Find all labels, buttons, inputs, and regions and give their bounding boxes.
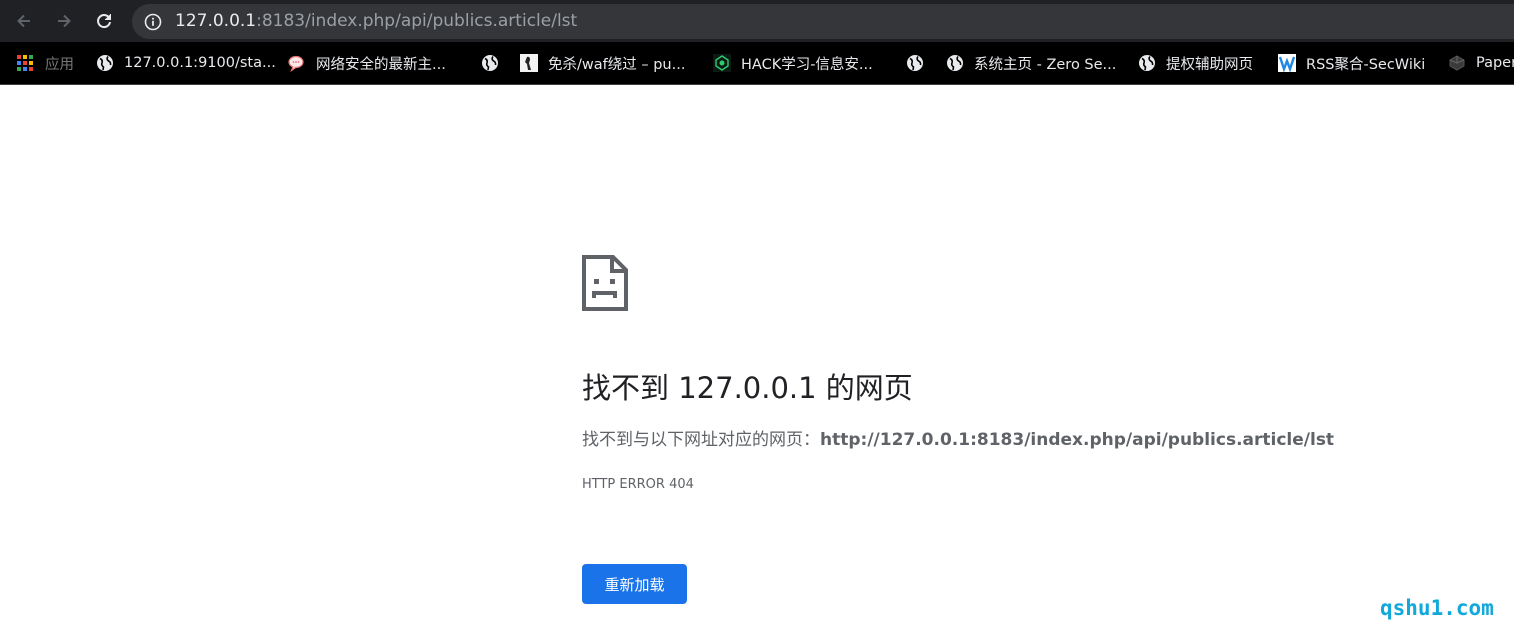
bookmark-item[interactable] (906, 53, 924, 73)
bookmark-item[interactable]: Paper (1448, 53, 1514, 73)
bookmark-label: RSS聚合-SecWiki (1306, 56, 1426, 73)
site-favicon-icon (520, 54, 538, 72)
bookmark-label: 提权辅助网页 (1166, 56, 1253, 73)
bookmark-item[interactable]: RSS聚合-SecWiki (1278, 53, 1425, 73)
chat-bubble-icon (288, 55, 304, 72)
paper-favicon-icon (1449, 55, 1465, 71)
info-icon[interactable] (144, 13, 162, 31)
arrow-left-icon (17, 14, 30, 28)
globe-icon (947, 55, 963, 71)
address-bar[interactable]: 127.0.0.1:8183/index.php/api/publics.art… (132, 4, 1514, 39)
bookmark-item[interactable]: 免杀/waf绕过 – pu... (520, 53, 685, 73)
url-text[interactable]: 127.0.0.1:8183/index.php/api/publics.art… (175, 11, 577, 32)
back-button[interactable] (10, 7, 38, 35)
page-title: 找不到 127.0.0.1 的网页 (582, 371, 913, 405)
bookmark-item[interactable]: 127.0.0.1:9100/sta... (96, 53, 276, 73)
bookmark-item[interactable]: 系统主页 - Zero Se... (946, 53, 1116, 73)
watermark-text: qshu1.com (1380, 596, 1494, 620)
url-path: :8183/index.php/api/publics.article/lst (256, 11, 578, 31)
bookmark-item[interactable]: 网络安全的最新主... (288, 53, 446, 73)
globe-icon (1139, 55, 1155, 71)
reload-button[interactable]: 重新加载 (582, 564, 687, 604)
bookmark-label: 系统主页 - Zero Se... (974, 56, 1117, 73)
arrow-right-icon (58, 14, 71, 28)
error-description-prefix: 找不到与以下网址对应的网页： (582, 430, 820, 450)
apps-grid-icon (17, 55, 33, 71)
bookmark-label: 免杀/waf绕过 – pu... (548, 56, 686, 73)
url-host: 127.0.0.1 (175, 11, 257, 31)
error-code: HTTP ERROR 404 (582, 477, 694, 492)
globe-icon (482, 55, 498, 71)
bookmark-label: 网络安全的最新主... (316, 56, 446, 73)
forward-button[interactable] (50, 7, 78, 35)
reload-toolbar-button[interactable] (90, 7, 118, 35)
bookmark-item[interactable] (481, 53, 499, 73)
bookmark-label: 应用 (45, 56, 74, 73)
browser-toolbar: 127.0.0.1:8183/index.php/api/publics.art… (0, 0, 1514, 42)
bookmark-label: 127.0.0.1:9100/sta... (124, 55, 276, 71)
secwiki-favicon-icon (1278, 54, 1296, 72)
error-url: http://127.0.0.1:8183/index.php/api/publ… (820, 430, 1335, 450)
error-description: 找不到与以下网址对应的网页：http://127.0.0.1:8183/inde… (582, 429, 1334, 451)
bookmark-item[interactable]: HACK学习-信息安... (713, 53, 873, 73)
globe-icon (907, 55, 923, 71)
reload-icon (97, 14, 111, 29)
globe-icon (97, 55, 113, 71)
bookmark-item[interactable]: 提权辅助网页 (1138, 53, 1253, 73)
hack-favicon-icon (713, 54, 731, 72)
bookmark-label: HACK学习-信息安... (741, 56, 873, 73)
bookmark-label: Paper (1476, 55, 1514, 71)
sad-page-icon (582, 255, 628, 311)
bookmarks-bar: 应用 127.0.0.1:9100/sta... 网络安全的最新主... 免杀/… (0, 42, 1514, 85)
bookmark-apps[interactable]: 应用 (16, 53, 74, 73)
